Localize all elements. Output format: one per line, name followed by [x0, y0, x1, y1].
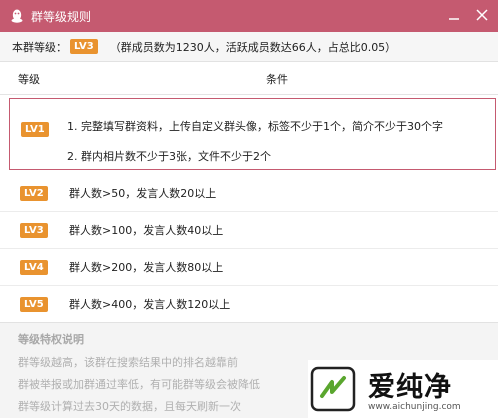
level-row-lv5: LV5 群人数>400，发言人数120以上: [0, 286, 498, 322]
privilege-line-2: 群被举报或加群通过率低，有可能群等级会被降低: [18, 378, 260, 391]
privileges-title: 等级特权说明: [18, 333, 84, 346]
column-header-condition: 条件: [266, 72, 288, 86]
level-row-lv2: LV2 群人数>50，发言人数20以上: [0, 175, 498, 212]
condition-text: 群人数>200，发言人数80以上: [69, 261, 224, 274]
condition-text: 群人数>100，发言人数40以上: [69, 224, 224, 237]
condition-text: 群人数>400，发言人数120以上: [69, 298, 231, 311]
group-level-label: 本群等级：: [12, 40, 67, 54]
privilege-line-1: 群等级越高，该群在搜索结果中的排名越靠前: [18, 356, 238, 369]
watermark-logo-icon: [310, 366, 356, 412]
condition-line-2: 2. 群内相片数不少于3张，文件不少于2个: [67, 150, 271, 163]
group-stats-text: （群成员数为1230人，活跃成员数达66人，占总比0.05）: [109, 40, 397, 54]
window-title: 群等级规则: [31, 9, 92, 24]
title-bar: 群等级规则: [0, 0, 498, 32]
level-badge: LV5: [20, 296, 48, 312]
condition-text: 群人数>50，发言人数20以上: [69, 187, 217, 200]
level-badge: LV3: [20, 222, 48, 238]
qq-penguin-icon: [11, 9, 23, 23]
watermark-url: www.aichunjing.com: [368, 402, 461, 412]
column-header-level: 等级: [18, 72, 40, 86]
level-row-lv4: LV4 群人数>200，发言人数80以上: [0, 249, 498, 286]
site-watermark: 爱纯净 www.aichunjing.com: [308, 360, 498, 418]
group-level-summary: 本群等级： LV3 （群成员数为1230人，活跃成员数达66人，占总比0.05）: [0, 32, 498, 62]
level-row-lv1: LV1 1. 完整填写群资料，上传自定义群头像，标签不少于1个，简介不少于30个…: [9, 98, 496, 170]
minimize-icon[interactable]: [446, 7, 462, 23]
close-icon[interactable]: [474, 7, 490, 23]
level-row-lv3: LV3 群人数>100，发言人数40以上: [0, 212, 498, 249]
table-header: 等级 条件: [0, 63, 498, 95]
level-badge: LV4: [20, 259, 48, 275]
privilege-line-3: 群等级计算过去30天的数据，且每天刷新一次: [18, 400, 241, 413]
watermark-brand: 爱纯净: [368, 372, 452, 403]
current-level-badge: LV3: [70, 39, 98, 54]
condition-line-1: 1. 完整填写群资料，上传自定义群头像，标签不少于1个，简介不少于30个字: [67, 120, 443, 133]
level-badge: LV1: [21, 122, 49, 137]
level-badge: LV2: [20, 185, 48, 201]
